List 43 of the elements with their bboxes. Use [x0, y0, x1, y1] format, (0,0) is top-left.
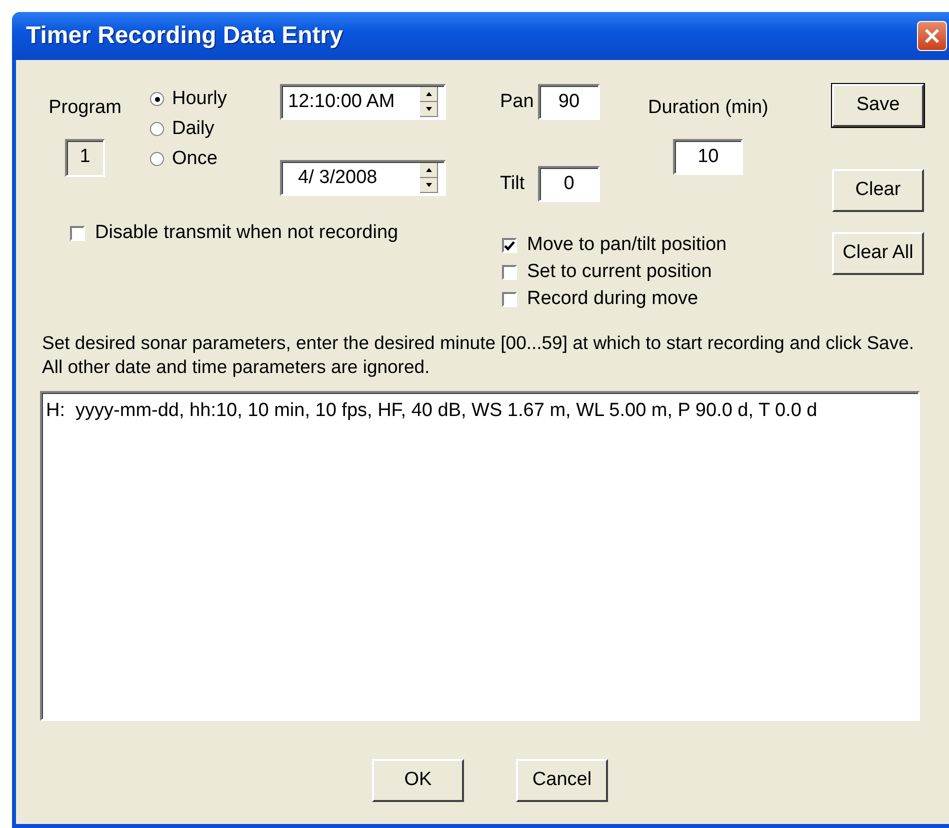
instruction-text: Set desired sonar parameters, enter the desired minute [00...59] at which to start recording and click Save. All other date and time parameters are ignored. — [42, 331, 916, 380]
date-field[interactable]: 4/ 3/2008 — [280, 160, 446, 196]
caret-up-icon — [426, 168, 432, 172]
list-entry[interactable]: H: yyyy-mm-dd, hh:10, 10 min, 10 fps, HF, 40 dB, WS 1.67 m, WL 5.00 m, P 90.0 d, T 0.0 d — [46, 397, 914, 426]
program-number: 1 — [80, 145, 90, 170]
radio-label[interactable]: Once — [172, 144, 218, 174]
spin-up-button[interactable] — [420, 87, 438, 102]
dialog-button[interactable]: OK — [372, 759, 464, 802]
spin-up-button[interactable] — [420, 163, 438, 178]
checkbox-label[interactable]: Move to pan/tilt position — [527, 231, 727, 260]
duration-label: Duration (min) — [648, 96, 768, 120]
checkbox[interactable] — [502, 292, 517, 307]
caret-up-icon — [426, 92, 432, 96]
program-label: Program — [48, 96, 122, 120]
side-button[interactable]: Clear All — [832, 232, 924, 275]
checkbox-label[interactable]: Set to current position — [527, 258, 712, 287]
spin-down-button[interactable] — [420, 102, 438, 117]
tilt-field[interactable]: 0 — [538, 166, 600, 202]
duration-field[interactable]: 10 — [673, 138, 744, 174]
check-icon — [504, 240, 515, 250]
checkbox-label[interactable]: Disable transmit when not recording — [95, 219, 398, 248]
pan-field[interactable]: 90 — [538, 84, 600, 120]
caret-down-icon — [426, 107, 432, 111]
time-field[interactable]: 12:10:00 AM — [280, 84, 446, 120]
checkbox[interactable] — [502, 265, 517, 280]
checkbox[interactable] — [70, 226, 85, 241]
tilt-label: Tilt — [500, 172, 526, 196]
close-button[interactable] — [917, 21, 947, 51]
checkbox[interactable] — [502, 238, 517, 253]
radio-button[interactable] — [150, 152, 164, 166]
side-button[interactable]: Save — [832, 84, 924, 127]
radio-button[interactable] — [150, 92, 164, 106]
window-title: Timer Recording Data Entry — [26, 21, 343, 51]
radio-label[interactable]: Hourly — [172, 84, 227, 114]
side-button[interactable]: Clear — [832, 169, 924, 212]
caret-down-icon — [426, 183, 432, 187]
checkbox-label[interactable]: Record during move — [527, 285, 698, 314]
spin-down-button[interactable] — [420, 178, 438, 193]
close-icon — [924, 28, 940, 44]
schedule-list[interactable]: H: yyyy-mm-dd, hh:10, 10 min, 10 fps, HF, 40 dB, WS 1.67 m, WL 5.00 m, P 90.0 d, T 0.0 d — [40, 391, 920, 722]
radio-button[interactable] — [150, 122, 164, 136]
radio-label[interactable]: Daily — [172, 114, 214, 144]
dialog-button[interactable]: Cancel — [516, 759, 608, 802]
